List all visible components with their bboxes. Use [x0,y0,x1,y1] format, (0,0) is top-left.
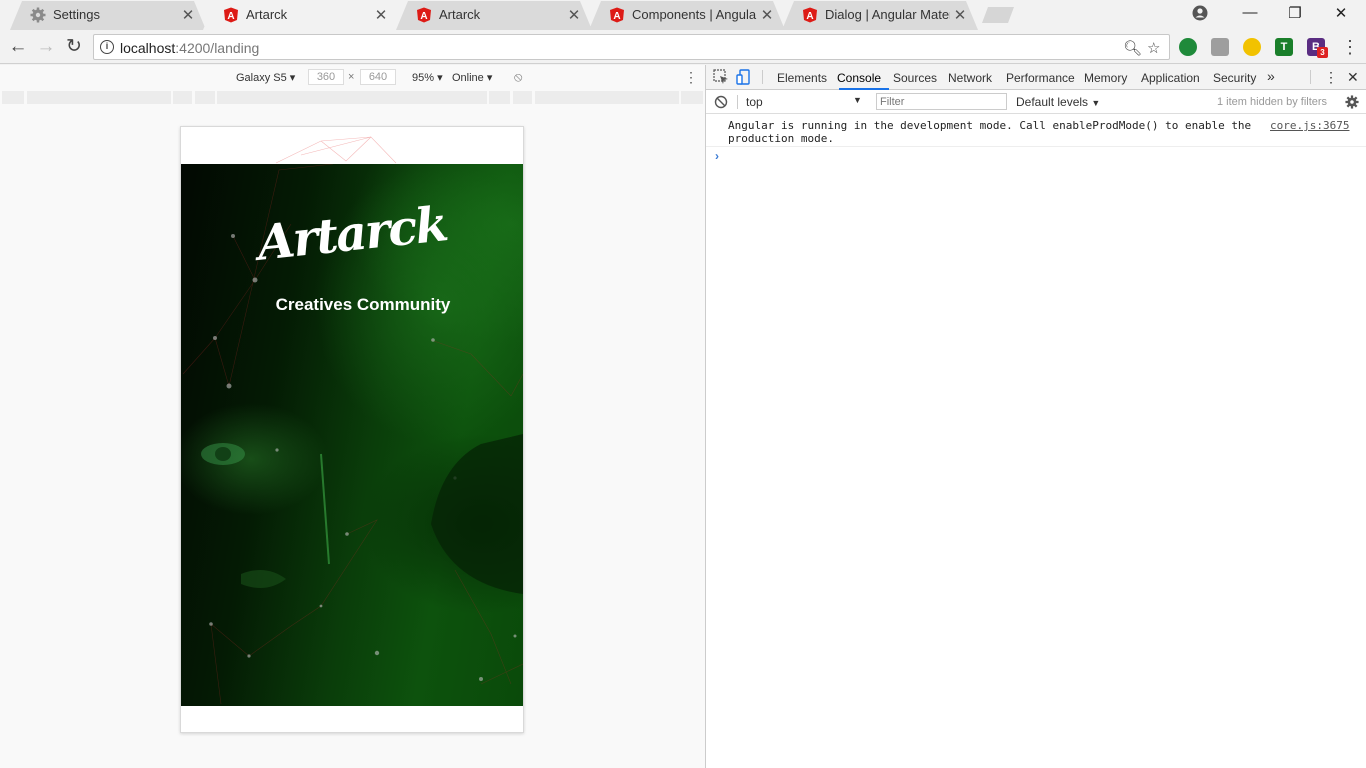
dimension-separator: × [348,71,355,83]
media-query-segment[interactable] [217,91,487,104]
extension-t-icon[interactable]: T [1275,38,1293,56]
hero-section: Artarck Creatives Community [181,164,523,706]
tab-title: Dialog | Angular Material [825,7,950,22]
console-message-text: Angular is running in the development mo… [728,119,1252,145]
tab-memory[interactable]: Memory [1084,71,1127,85]
bookmark-star-icon[interactable]: ☆ [1147,39,1160,57]
minimize-button[interactable]: — [1227,4,1273,21]
forward-arrow-icon[interactable]: → [35,36,57,58]
svg-text:A: A [806,11,813,22]
tab-performance[interactable]: Performance [1006,71,1075,85]
close-tab-icon[interactable]: ✕ [952,6,968,24]
extension-b-icon[interactable]: B 3 [1307,38,1328,58]
console-filter-input[interactable]: Filter [876,93,1007,110]
tab-network[interactable]: Network [948,71,992,85]
browser-menu-icon[interactable]: ⋮ [1341,37,1359,58]
zoom-select[interactable]: 95% ▾ [412,71,443,84]
device-toolbar-toggle-icon[interactable] [736,69,752,85]
profile-icon[interactable] [1192,5,1208,21]
media-query-segment[interactable] [681,91,703,104]
angular-icon: A [417,7,431,23]
tab-application[interactable]: Application [1141,71,1200,85]
console-toolbar: top ▼ Filter Default levels ▼ 1 item hidd… [706,90,1366,114]
gear-icon [30,7,46,23]
tab-title: Components | Angular M [632,7,757,22]
header-network-graphic [275,136,397,164]
devtools-tab-bar: Elements Console Sources Network Perform… [706,65,1366,90]
console-message-source-link[interactable]: core.js:3675 [1270,119,1349,132]
window-close-button[interactable]: ✕ [1318,4,1364,22]
address-bar[interactable]: i localhost:4200/landing 🔍︎ ☆ [93,34,1170,60]
zoom-icon[interactable]: 🔍︎ [1123,39,1142,57]
tab-strip: Settings ✕ A Artarck ✕ A Artarck ✕ A Com… [0,0,1366,30]
tab-title: Settings [53,7,100,22]
device-height-input[interactable]: 640 [360,69,396,85]
close-tab-icon[interactable]: ✕ [373,6,389,24]
log-levels-select[interactable]: Default levels ▼ [1016,95,1100,109]
extension-badge: 3 [1317,47,1328,58]
tab-components-angular[interactable]: A Components | Angular M ✕ [589,0,785,30]
more-tabs-icon[interactable]: » [1267,68,1275,84]
rotate-icon[interactable]: ⦸ [514,69,522,85]
tab-security[interactable]: Security [1213,71,1256,85]
device-menu-icon[interactable]: ⋮ [684,69,698,86]
extension-green-icon[interactable] [1179,38,1197,56]
console-message: Angular is running in the development mo… [706,114,1366,147]
svg-text:A: A [420,11,427,22]
extension-angular-icon[interactable] [1211,38,1229,56]
reload-icon[interactable]: ↻ [63,36,85,58]
device-select[interactable]: Galaxy S5 ▾ [236,71,295,84]
tab-settings[interactable]: Settings ✕ [10,0,206,30]
media-query-segment[interactable] [513,91,532,104]
earring-shape [320,453,330,565]
tab-artarck[interactable]: A Artarck ✕ [396,0,592,30]
tab-title: Artarck [439,7,481,22]
angular-icon: A [224,7,238,23]
media-query-bar [0,91,705,104]
devtools-close-icon[interactable]: ✕ [1347,69,1359,86]
device-emulation-viewport: Galaxy S5 ▾ 360 × 640 95% ▾ Online ▾ ⦸ ⋮ [0,65,705,768]
url-text: localhost:4200/landing [120,40,260,56]
hidden-items-note: 1 item hidden by filters [1217,96,1328,108]
tab-elements[interactable]: Elements [777,71,827,85]
close-tab-icon[interactable]: ✕ [566,6,582,24]
media-query-segment[interactable] [535,91,679,104]
lips-shape [241,570,286,588]
network-throttle-select[interactable]: Online ▾ [452,71,492,84]
context-select[interactable]: top ▼ [746,95,862,109]
close-tab-icon[interactable]: ✕ [759,6,775,24]
media-query-segment[interactable] [27,91,171,104]
svg-text:A: A [227,11,234,22]
tab-title: Artarck [246,7,288,22]
angular-icon: A [803,7,817,23]
devtools-menu-icon[interactable]: ⋮ [1324,69,1338,86]
tab-console[interactable]: Console [837,71,881,85]
media-query-segment[interactable] [489,91,510,104]
console-prompt[interactable]: › [715,149,719,163]
tab-artarck-active[interactable]: A Artarck ✕ [203,0,399,30]
clear-console-icon[interactable] [714,95,728,109]
angular-icon: A [610,7,624,23]
svg-text:A: A [613,11,620,22]
media-query-segment[interactable] [2,91,24,104]
devtools-panel: Elements Console Sources Network Perform… [705,65,1366,768]
tab-dialog-angular[interactable]: A Dialog | Angular Material ✕ [782,0,978,30]
browser-toolbar: ← → ↻ i localhost:4200/landing 🔍︎ ☆ [0,30,1366,64]
device-width-input[interactable]: 360 [308,69,344,85]
tagline: Creatives Community [275,295,451,314]
media-query-segment[interactable] [173,91,192,104]
device-screen: Artarck Creatives Community [180,126,524,733]
device-toolbar: Galaxy S5 ▾ 360 × 640 95% ▾ Online ▾ ⦸ ⋮ [0,65,705,89]
new-tab-button[interactable] [982,7,1014,23]
media-query-segment[interactable] [195,91,215,104]
restore-button[interactable]: ❐ [1272,4,1318,22]
console-settings-icon[interactable] [1345,95,1359,109]
tab-sources[interactable]: Sources [893,71,937,85]
extension-moon-icon[interactable] [1243,38,1261,56]
site-info-icon[interactable]: i [100,40,114,54]
close-tab-icon[interactable]: ✕ [180,6,196,24]
inspect-element-icon[interactable] [713,69,729,85]
back-arrow-icon[interactable]: ← [7,36,29,58]
